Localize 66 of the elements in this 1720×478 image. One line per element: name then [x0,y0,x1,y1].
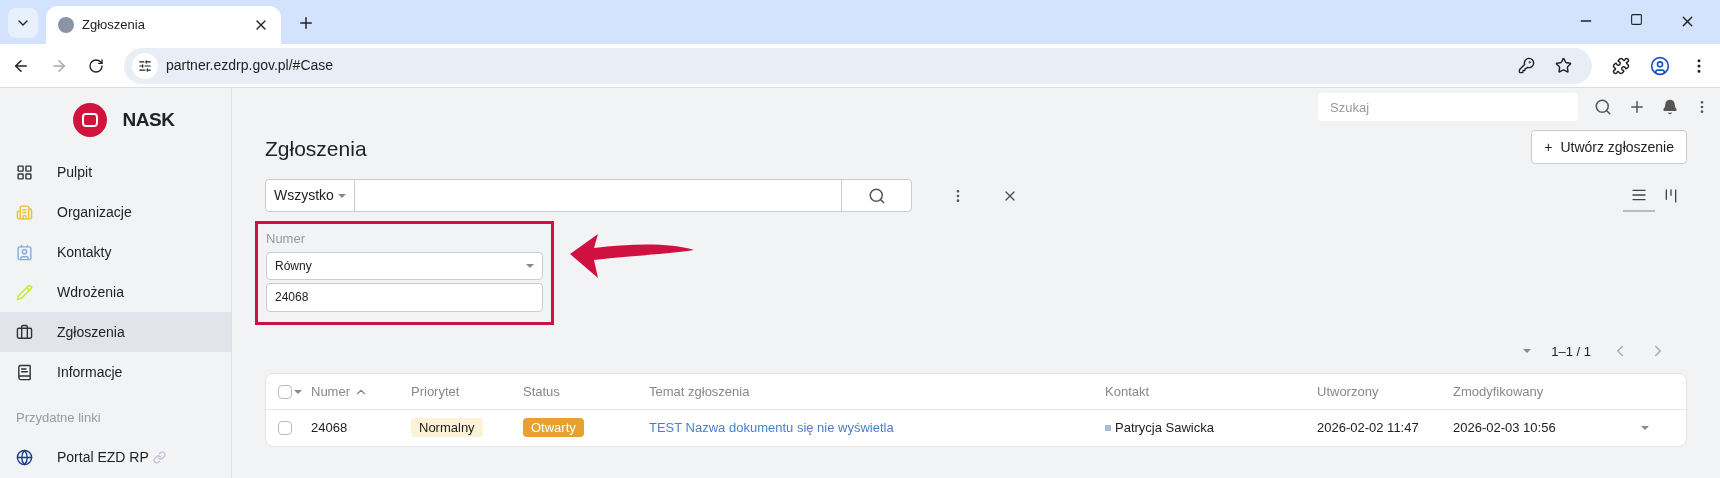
priority-badge: Normalny [411,418,483,438]
caret-icon [294,389,302,394]
contact-card-icon [16,243,33,261]
tab-title: Zgłoszenia [82,16,146,35]
add-icon[interactable] [1628,98,1646,116]
row-menu-caret-icon [1641,426,1649,430]
link-icon [152,451,166,464]
bell-icon[interactable] [1662,99,1678,115]
sidebar-item[interactable]: Organizacje [0,192,231,232]
pencil-icon [16,283,33,301]
profile-icon[interactable] [1650,55,1670,76]
table-cell-text: 2026-02-02 11:47 [1317,419,1420,438]
table-cell-text: 2026-02-03 10:56 [1453,419,1557,438]
sidebar-link[interactable]: Portal EZD RP [0,439,231,476]
status-badge: Otwarty [523,418,584,438]
page-size-caret-icon [1523,349,1532,354]
column-header[interactable]: Priorytet [411,381,523,402]
sidebar-item[interactable]: Informacje [0,352,231,392]
grid-icon [16,163,33,181]
search-field[interactable]: Szukaj [1318,93,1578,121]
columns-icon [1663,187,1679,204]
address-bar[interactable]: partner.ezdrp.gov.pl/#Case [124,47,1592,84]
column-header[interactable]: Numer [311,381,411,402]
site-favicon-icon [58,17,74,33]
browser-tab[interactable]: Zgłoszenia [46,6,281,44]
column-header[interactable]: Status [523,381,649,402]
globe-icon [16,449,33,466]
select-all-checkbox[interactable] [278,384,292,399]
sidebar-item[interactable]: Wdrożenia [0,272,231,312]
table-cell-text: 24068 [311,419,349,438]
new-tab-icon[interactable] [297,14,315,32]
logo-text: NASK [122,107,175,132]
column-header[interactable]: Utworzony [1317,381,1453,402]
sidebar-item[interactable]: Kontakty [0,232,231,272]
section-title: Przydatne linki [15,409,102,427]
caret-icon [526,263,534,268]
contact-cell: Patrycja Sawicka [1105,418,1317,438]
column-header[interactable]: Temat zgłoszenia [649,381,1105,402]
key-icon[interactable] [1518,57,1535,74]
maximize-icon[interactable] [1630,13,1643,26]
subject-link[interactable]: TEST Nazwa dokumentu się nie wyświetla [649,418,1105,438]
star-icon[interactable] [1555,57,1572,74]
sidebar-item[interactable]: Pulpit [0,152,231,192]
briefcase-icon [16,323,33,341]
column-header[interactable]: Kontakt [1105,381,1317,402]
sidebar-item[interactable]: Zgłoszenia [0,312,231,352]
search-icon [867,186,886,205]
logo-icon [72,103,107,137]
row-checkbox[interactable] [278,421,292,435]
column-header[interactable]: Zmodyfikowany [1453,381,1641,402]
building-icon [16,203,33,221]
book-icon [16,363,33,381]
pagination-text: 1–1 / 1 [1551,342,1591,361]
tab-list-button[interactable] [8,8,38,38]
scope-dropdown[interactable]: Wszystko [266,180,355,211]
url-text: partner.ezdrp.gov.pl/#Case [166,56,335,75]
search-icon[interactable] [1594,98,1612,116]
operator-dropdown[interactable]: Równy [266,251,543,280]
filter-value-field[interactable]: 24068 [266,282,543,312]
page-title: Zgłoszenia [265,135,367,162]
extensions-icon[interactable] [1612,56,1630,75]
site-settings-icon[interactable] [132,52,158,79]
create-button[interactable]: + Utwórz zgłoszenie [1531,130,1687,164]
filter-label: Numer [266,230,306,248]
reload-icon[interactable] [88,57,104,74]
caret-icon [337,193,346,198]
